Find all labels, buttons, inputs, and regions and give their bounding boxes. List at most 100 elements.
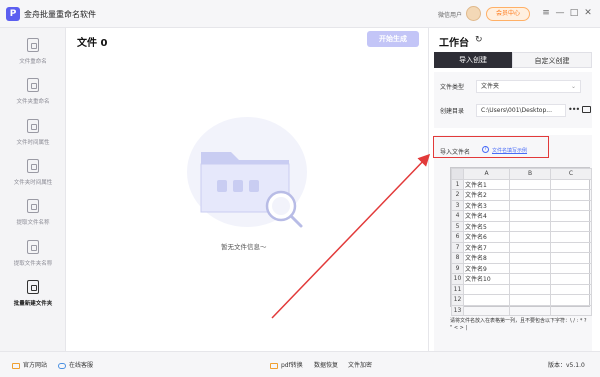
table-cell[interactable]: 文件名9 — [463, 262, 510, 274]
tab-custom-create[interactable]: 自定义创建 — [512, 52, 592, 68]
service-label: 在线客服 — [69, 362, 94, 369]
table-cell[interactable] — [550, 199, 592, 211]
website-icon — [12, 362, 20, 369]
sidebar-item-folder-rename[interactable]: 文件夹重命名 — [0, 72, 66, 112]
row-number: 3 — [451, 199, 464, 211]
table-cell[interactable] — [509, 283, 551, 295]
user-name[interactable]: 微信用户 — [438, 10, 462, 19]
table-cell[interactable] — [509, 241, 551, 253]
file-type-select[interactable]: 文件夹 ⌄ — [476, 80, 581, 93]
table-cell[interactable] — [509, 294, 551, 306]
sidebar-item-label: 文件夹时间属性 — [13, 180, 53, 186]
file-type-value: 文件夹 — [481, 83, 500, 90]
file-rename-icon — [27, 38, 39, 52]
file-type-label: 文件类型 — [440, 84, 465, 91]
table-cell[interactable] — [509, 304, 551, 316]
website-label: 官方网站 — [23, 362, 48, 369]
row-number: 5 — [451, 220, 464, 232]
table-cell[interactable] — [550, 294, 592, 306]
pdf-icon — [270, 362, 278, 369]
minimize-button[interactable]: — — [554, 7, 566, 19]
table-cell[interactable] — [550, 231, 592, 243]
data-recovery-link[interactable]: 数据恢复 — [314, 360, 338, 369]
table-cell[interactable] — [550, 220, 592, 232]
table-cell[interactable] — [509, 189, 551, 201]
row-number: 7 — [451, 241, 464, 253]
maximize-button[interactable]: □ — [568, 7, 580, 19]
table-cell[interactable] — [509, 210, 551, 222]
row-number: 10 — [451, 273, 464, 285]
table-cell[interactable] — [550, 252, 592, 264]
sidebar-item-extract-file-name[interactable]: 提取文件名称 — [0, 193, 66, 233]
row-number: 9 — [451, 262, 464, 274]
table-cell[interactable] — [550, 189, 592, 201]
sidebar-item-batch-new-folder[interactable]: 批量新建文件夹 — [0, 274, 66, 314]
column-header: B — [509, 168, 551, 180]
table-cell[interactable] — [509, 199, 551, 211]
spreadsheet[interactable]: A B C 1 文件名1 2 文件名2 3 文件名3 4 文件名4 5 文件名5 6 文件名… — [450, 167, 592, 316]
table-cell[interactable]: 文件名7 — [463, 241, 510, 253]
table-cell[interactable] — [509, 220, 551, 232]
table-cell[interactable] — [550, 241, 592, 253]
table-cell[interactable]: 文件名1 — [463, 178, 510, 190]
table-cell[interactable] — [509, 252, 551, 264]
directory-field[interactable]: C:\Users\001\Desktop... — [476, 104, 566, 117]
online-service-link[interactable]: 在线客服 — [58, 360, 93, 369]
folder-open-icon[interactable] — [582, 106, 591, 113]
row-number: 4 — [451, 210, 464, 222]
empty-folder-illustration — [187, 117, 307, 228]
menu-icon[interactable]: ≡ — [540, 7, 552, 19]
app-logo-icon: P — [6, 7, 20, 21]
table-cell[interactable] — [463, 294, 510, 306]
folder-time-icon — [27, 159, 39, 173]
version-label: 版本：v5.1.0 — [548, 362, 585, 369]
vip-center-button[interactable]: 会员中心 — [486, 7, 530, 21]
close-button[interactable]: ✕ — [582, 7, 594, 19]
sidebar: 文件重命名 文件夹重命名 文件时间属性 文件夹时间属性 提取文件名称 提取文件夹… — [0, 28, 66, 351]
table-cell[interactable]: 文件名3 — [463, 199, 510, 211]
pdf-convert-link[interactable]: pdf转换 — [270, 360, 303, 369]
table-cell[interactable] — [550, 304, 592, 316]
tab-import-create[interactable]: 导入创建 — [434, 52, 512, 68]
app-title: 金舟批量重命名软件 — [24, 10, 96, 19]
sidebar-item-file-time[interactable]: 文件时间属性 — [0, 113, 66, 153]
table-cell[interactable]: 文件名2 — [463, 189, 510, 201]
chevron-down-icon: ⌄ — [570, 83, 576, 90]
table-cell[interactable] — [550, 178, 592, 190]
table-cell[interactable] — [550, 273, 592, 285]
chat-icon — [58, 362, 66, 369]
sidebar-item-label: 文件夹重命名 — [16, 99, 50, 105]
table-cell[interactable] — [550, 283, 592, 295]
sidebar-item-folder-time[interactable]: 文件夹时间属性 — [0, 153, 66, 193]
table-cell[interactable] — [509, 178, 551, 190]
table-cell[interactable] — [550, 262, 592, 274]
extract-folder-name-icon — [27, 240, 39, 254]
sidebar-item-label: 文件时间属性 — [16, 140, 50, 146]
table-cell[interactable]: 文件名10 — [463, 273, 510, 285]
sidebar-item-label: 文件重命名 — [19, 59, 47, 65]
official-website-link[interactable]: 官方网站 — [12, 360, 47, 369]
refresh-icon[interactable]: ↻ — [475, 35, 485, 45]
table-cell[interactable] — [509, 262, 551, 274]
table-cell[interactable]: 文件名6 — [463, 231, 510, 243]
file-time-icon — [27, 119, 39, 133]
start-generate-button[interactable]: 开始生成 — [367, 31, 419, 47]
table-cell[interactable] — [463, 304, 510, 316]
pdf-label: pdf转换 — [281, 362, 303, 369]
file-encrypt-link[interactable]: 文件加密 — [348, 360, 372, 369]
table-cell[interactable]: 文件名5 — [463, 220, 510, 232]
table-cell[interactable]: 文件名4 — [463, 210, 510, 222]
table-cell[interactable] — [463, 283, 510, 295]
import-note: 请将文件名放入在表格第一列，且不要包含以下字符：\ / : * ? " < > … — [450, 318, 587, 331]
sidebar-item-file-rename[interactable]: 文件重命名 — [0, 32, 66, 72]
sidebar-item-extract-folder-name[interactable]: 提取文件夹名称 — [0, 234, 66, 274]
table-cell[interactable] — [509, 273, 551, 285]
row-number: 1 — [451, 178, 464, 190]
avatar[interactable] — [466, 6, 481, 21]
import-box: 导入文件名 ? 文件名填写示例 A B C 1 文件名1 2 文件名2 3 文件名3 … — [434, 135, 592, 351]
sidebar-item-label: 提取文件名称 — [16, 220, 50, 226]
table-cell[interactable] — [550, 210, 592, 222]
table-cell[interactable]: 文件名8 — [463, 252, 510, 264]
table-cell[interactable] — [509, 231, 551, 243]
more-icon[interactable]: ••• — [568, 105, 580, 114]
